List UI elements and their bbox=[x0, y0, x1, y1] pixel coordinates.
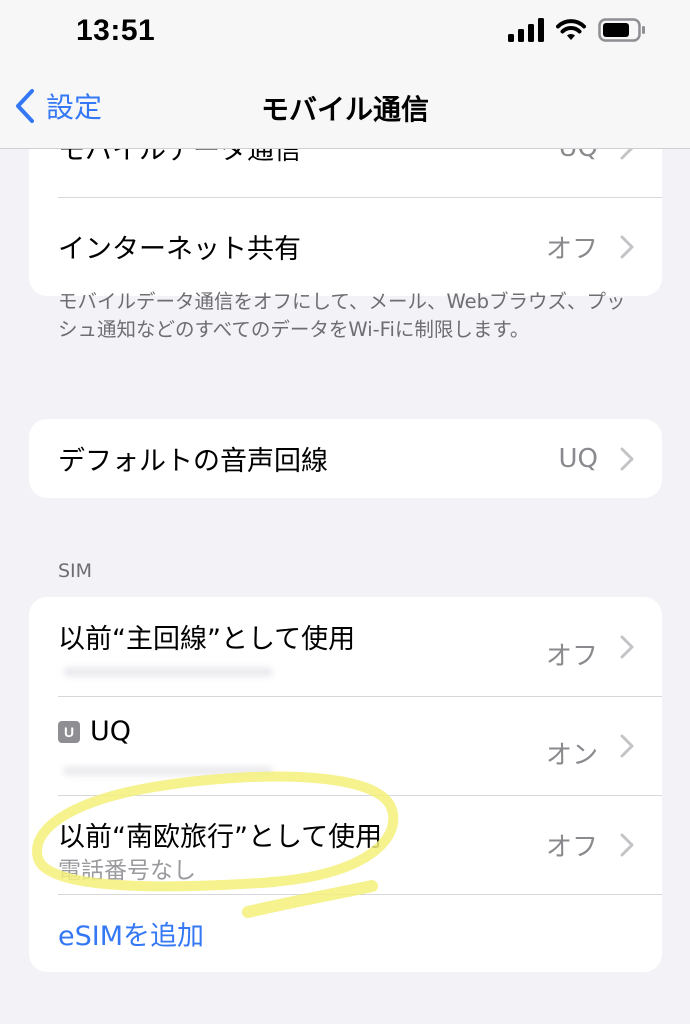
sim-badge: U bbox=[58, 720, 80, 743]
sim-group: 以前“主回線”として使用 オフ U UQ オン 以前“南欧旅行”として使用 電話… bbox=[29, 597, 662, 972]
battery-icon bbox=[598, 18, 645, 42]
chevron-right-icon bbox=[620, 833, 634, 856]
row-value: UQ bbox=[559, 148, 599, 163]
row-sim-main-line[interactable]: 以前“主回線”として使用 オフ bbox=[29, 597, 662, 696]
settings-list[interactable]: モバイルデータ通信 UQ インターネット共有 オフ モバイルデータ通信をオフにし… bbox=[0, 148, 690, 1024]
row-value: UQ bbox=[558, 443, 599, 474]
row-label: モバイルデータ通信 bbox=[58, 148, 301, 166]
sim-title: 以前“主回線”として使用 bbox=[58, 624, 356, 655]
signal-icon bbox=[508, 18, 544, 42]
add-esim-label: eSIMを追加 bbox=[58, 920, 205, 952]
chevron-right-icon bbox=[620, 235, 634, 258]
sim-section-header: SIM bbox=[58, 560, 93, 582]
row-default-voice-line[interactable]: デフォルトの音声回線 UQ bbox=[29, 419, 662, 498]
row-value: オン bbox=[545, 740, 598, 771]
row-cellular-data[interactable]: モバイルデータ通信 UQ bbox=[29, 148, 662, 197]
blurred-number bbox=[63, 766, 273, 776]
chevron-right-icon bbox=[620, 148, 634, 159]
row-label: デフォルトの音声回線 bbox=[58, 446, 328, 477]
chevron-right-icon bbox=[620, 447, 634, 470]
cellular-data-footnote: モバイルデータ通信をオフにして、メール、Webブラウズ、プッシュ通知などのすべて… bbox=[58, 290, 626, 341]
status-bar: 13:51 bbox=[0, 0, 690, 66]
row-value: オフ bbox=[545, 641, 598, 672]
status-time: 13:51 bbox=[76, 14, 156, 47]
chevron-right-icon bbox=[620, 635, 634, 658]
cellular-data-group: モバイルデータ通信 UQ インターネット共有 オフ bbox=[29, 148, 662, 296]
add-esim-button[interactable]: eSIMを追加 bbox=[29, 894, 662, 972]
chevron-right-icon bbox=[620, 734, 634, 757]
page-title: モバイル通信 bbox=[260, 93, 429, 126]
status-icons bbox=[508, 18, 646, 42]
row-label: インターネット共有 bbox=[58, 234, 301, 265]
row-personal-hotspot[interactable]: インターネット共有 オフ bbox=[29, 197, 662, 296]
row-sim-travel[interactable]: 以前“南欧旅行”として使用 電話番号なし オフ bbox=[29, 795, 662, 894]
row-value: オフ bbox=[545, 234, 598, 264]
wifi-icon bbox=[556, 19, 586, 40]
sim-subtitle: 電話番号なし bbox=[58, 858, 196, 884]
sim-name: UQ bbox=[90, 716, 132, 747]
blurred-number bbox=[63, 667, 273, 677]
navigation-bar: 設定 モバイル通信 bbox=[0, 66, 690, 149]
sim-title: U UQ bbox=[58, 716, 131, 747]
default-voice-group: デフォルトの音声回線 UQ bbox=[29, 419, 662, 498]
row-sim-uq[interactable]: U UQ オン bbox=[29, 696, 662, 795]
sim-title: 以前“南欧旅行”として使用 bbox=[58, 822, 383, 853]
row-value: オフ bbox=[545, 832, 598, 862]
